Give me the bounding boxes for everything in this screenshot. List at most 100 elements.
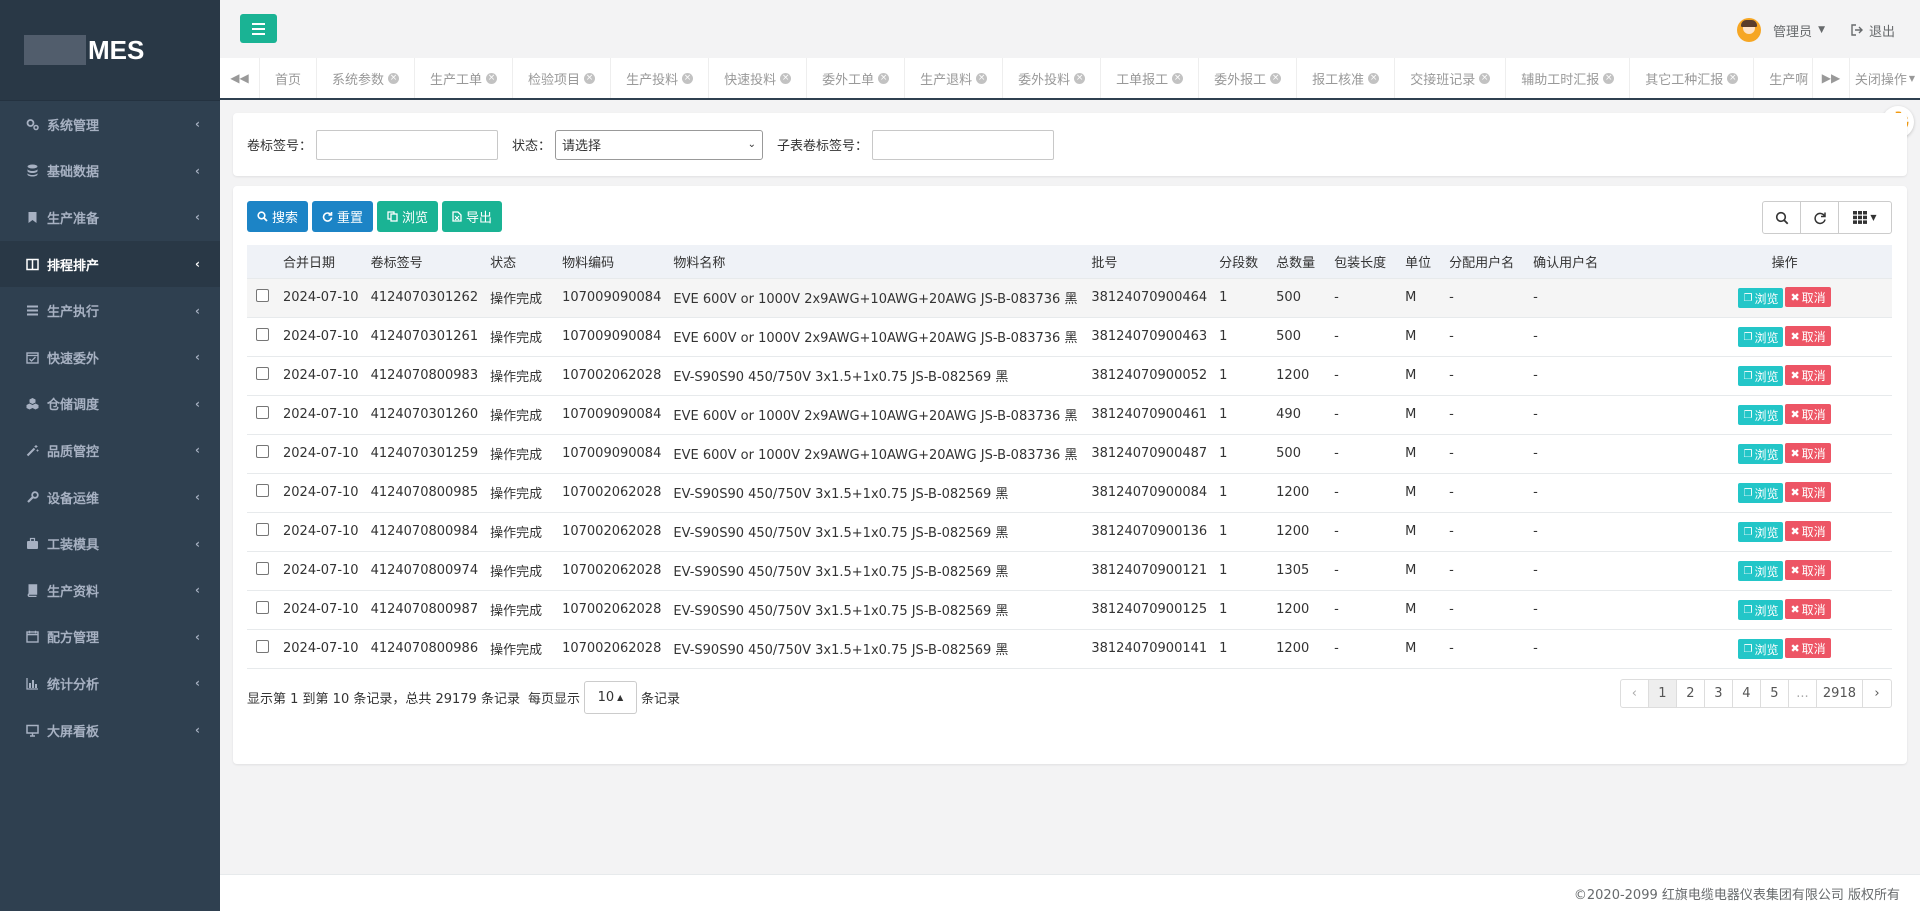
tab-2[interactable]: 生产工单 × bbox=[415, 58, 514, 98]
refresh-table-button[interactable] bbox=[1801, 202, 1839, 233]
tab-5[interactable]: 快速投料 × bbox=[709, 58, 808, 98]
row-view-button[interactable]: ❐ 浏览 bbox=[1738, 366, 1784, 386]
row-cancel-button[interactable]: ✖ 取消 bbox=[1785, 404, 1831, 424]
column-header[interactable]: 分配用户名 bbox=[1443, 245, 1527, 278]
sidebar-item-11[interactable]: 配方管理 ‹ bbox=[0, 614, 220, 661]
table-row[interactable]: 2024-07-10 4124070301262 操作完成 107009090084 E… bbox=[247, 277, 1892, 317]
page-button[interactable]: 3 bbox=[1705, 680, 1733, 707]
close-tab-icon[interactable]: × bbox=[1603, 72, 1615, 84]
close-tab-icon[interactable]: × bbox=[780, 72, 792, 84]
sidebar-item-2[interactable]: 生产准备 ‹ bbox=[0, 194, 220, 241]
table-row[interactable]: 2024-07-10 4124070800983 操作完成 107002062028 E… bbox=[247, 355, 1892, 395]
close-tab-icon[interactable]: × bbox=[1172, 72, 1184, 84]
close-tab-icon[interactable]: × bbox=[1270, 72, 1282, 84]
column-header[interactable]: 总数量 bbox=[1270, 245, 1328, 278]
tab-12[interactable]: 交接班记录 × bbox=[1395, 58, 1507, 98]
browse-button[interactable]: 浏览 bbox=[377, 201, 439, 232]
close-tab-icon[interactable]: × bbox=[682, 72, 694, 84]
close-tab-icon[interactable]: × bbox=[976, 72, 988, 84]
caret-down-icon[interactable]: ▼ bbox=[1818, 25, 1825, 35]
sidebar-item-10[interactable]: 生产资料 ‹ bbox=[0, 567, 220, 614]
tab-3[interactable]: 检验项目 × bbox=[513, 58, 612, 98]
child-reel-number-input[interactable] bbox=[872, 129, 1055, 160]
logout-button[interactable]: 退出 bbox=[1851, 21, 1895, 40]
sidebar-item-0[interactable]: 系统管理 ‹ bbox=[0, 101, 220, 148]
sidebar-item-4[interactable]: 生产执行 ‹ bbox=[0, 287, 220, 334]
row-checkbox[interactable] bbox=[255, 406, 269, 419]
sidebar-item-9[interactable]: 工装模具 ‹ bbox=[0, 520, 220, 567]
sidebar-item-5[interactable]: 快速委外 ‹ bbox=[0, 334, 220, 381]
row-view-button[interactable]: ❐ 浏览 bbox=[1738, 327, 1784, 347]
tab-15[interactable]: 生产啊× bbox=[1754, 58, 1812, 98]
row-view-button[interactable]: ❐ 浏览 bbox=[1738, 639, 1784, 659]
row-view-button[interactable]: ❐ 浏览 bbox=[1738, 444, 1784, 464]
table-row[interactable]: 2024-07-10 4124070301261 操作完成 107009090084 E… bbox=[247, 316, 1892, 356]
page-size-dropdown[interactable]: 10 ▲ bbox=[583, 681, 637, 714]
column-header[interactable]: 合并日期 bbox=[277, 245, 365, 278]
row-cancel-button[interactable]: ✖ 取消 bbox=[1785, 521, 1831, 541]
close-tab-icon[interactable]: × bbox=[1368, 72, 1380, 84]
menu-toggle-button[interactable] bbox=[240, 14, 277, 43]
user-name[interactable]: 管理员 bbox=[1773, 21, 1812, 40]
avatar[interactable] bbox=[1737, 18, 1762, 42]
next-page-button[interactable]: › bbox=[1863, 680, 1891, 707]
row-checkbox[interactable] bbox=[255, 289, 269, 302]
close-tab-icon[interactable]: × bbox=[1479, 72, 1491, 84]
tabs-scroll-right-button[interactable]: ▶▶ bbox=[1812, 58, 1850, 98]
row-view-button[interactable]: ❐ 浏览 bbox=[1738, 405, 1784, 425]
row-checkbox[interactable] bbox=[255, 562, 269, 575]
column-header[interactable]: 分段数 bbox=[1213, 245, 1270, 278]
row-view-button[interactable]: ❐ 浏览 bbox=[1738, 483, 1784, 503]
tab-0[interactable]: 首页 bbox=[260, 58, 318, 98]
toggle-search-button[interactable] bbox=[1763, 202, 1801, 233]
page-button[interactable]: 2918 bbox=[1817, 680, 1863, 707]
status-select[interactable]: 请选择 ⌄ bbox=[555, 129, 764, 160]
row-view-button[interactable]: ❐ 浏览 bbox=[1738, 600, 1784, 620]
column-header[interactable]: 单位 bbox=[1399, 245, 1443, 278]
sidebar-item-12[interactable]: 统计分析 ‹ bbox=[0, 660, 220, 707]
row-checkbox[interactable] bbox=[255, 367, 269, 380]
table-row[interactable]: 2024-07-10 4124070301259 操作完成 107009090084 E… bbox=[247, 433, 1892, 473]
columns-toggle-button[interactable]: ▼ bbox=[1839, 202, 1891, 233]
page-button[interactable]: 4 bbox=[1733, 680, 1761, 707]
row-cancel-button[interactable]: ✖ 取消 bbox=[1785, 287, 1831, 307]
row-checkbox[interactable] bbox=[255, 484, 269, 497]
tab-1[interactable]: 系统参数 × bbox=[317, 58, 416, 98]
tab-13[interactable]: 辅助工时汇报 × bbox=[1506, 58, 1631, 98]
row-checkbox[interactable] bbox=[255, 328, 269, 341]
close-tab-icon[interactable]: × bbox=[388, 72, 400, 84]
sidebar-item-13[interactable]: 大屏看板 ‹ bbox=[0, 707, 220, 754]
column-header[interactable]: 操作 bbox=[1677, 245, 1892, 278]
row-cancel-button[interactable]: ✖ 取消 bbox=[1785, 365, 1831, 385]
table-row[interactable]: 2024-07-10 4124070800986 操作完成 107002062028 E… bbox=[247, 628, 1892, 669]
close-tab-icon[interactable]: × bbox=[1727, 72, 1739, 84]
column-header[interactable]: 确认用户名 bbox=[1527, 245, 1677, 278]
page-button[interactable]: 5 bbox=[1761, 680, 1789, 707]
tab-14[interactable]: 其它工种汇报 × bbox=[1630, 58, 1755, 98]
tab-9[interactable]: 工单报工 × bbox=[1101, 58, 1200, 98]
row-checkbox[interactable] bbox=[255, 523, 269, 536]
row-cancel-button[interactable]: ✖ 取消 bbox=[1785, 443, 1831, 463]
row-view-button[interactable]: ❐ 浏览 bbox=[1738, 288, 1784, 308]
column-header[interactable]: 批号 bbox=[1085, 245, 1213, 278]
row-cancel-button[interactable]: ✖ 取消 bbox=[1785, 638, 1831, 658]
table-row[interactable]: 2024-07-10 4124070800974 操作完成 107002062028 E… bbox=[247, 550, 1892, 590]
tab-7[interactable]: 生产退料 × bbox=[905, 58, 1004, 98]
sidebar-item-6[interactable]: 仓储调度 ‹ bbox=[0, 381, 220, 428]
table-row[interactable]: 2024-07-10 4124070301260 操作完成 107009090084 E… bbox=[247, 394, 1892, 434]
column-header[interactable]: 包装长度 bbox=[1328, 245, 1399, 278]
column-header[interactable]: 物料编码 bbox=[556, 245, 667, 278]
tab-8[interactable]: 委外投料 × bbox=[1003, 58, 1102, 98]
reset-button[interactable]: 重置 bbox=[312, 201, 374, 232]
prev-page-button[interactable]: ‹ bbox=[1621, 680, 1649, 707]
row-cancel-button[interactable]: ✖ 取消 bbox=[1785, 482, 1831, 502]
row-checkbox[interactable] bbox=[255, 640, 269, 653]
page-button[interactable]: 2 bbox=[1677, 680, 1705, 707]
row-checkbox[interactable] bbox=[255, 445, 269, 458]
close-tab-icon[interactable]: × bbox=[1074, 72, 1086, 84]
row-cancel-button[interactable]: ✖ 取消 bbox=[1785, 599, 1831, 619]
tab-6[interactable]: 委外工单 × bbox=[807, 58, 906, 98]
column-header[interactable]: 物料名称 bbox=[667, 245, 1085, 278]
page-button[interactable]: 1 bbox=[1648, 680, 1677, 707]
tabs-scroll-left-button[interactable]: ◀◀ bbox=[220, 58, 260, 98]
